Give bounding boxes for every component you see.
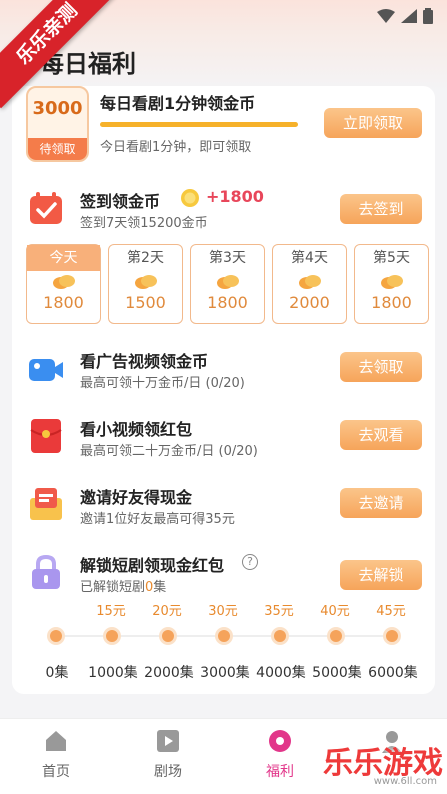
signin-day-card[interactable]: 第4天 2000 (272, 244, 347, 324)
reward-label: 40元 (320, 604, 350, 619)
progress-dot (162, 630, 174, 642)
tab-label: 首页 (42, 764, 70, 780)
daily-watch-section: 3000 待领取 每日看剧1分钟领金币 今日看剧1分钟，即可领取 立即领取 (12, 86, 435, 166)
tab-label: 福利 (266, 764, 294, 780)
progress-dot (50, 630, 62, 642)
progress-dot (218, 630, 230, 642)
task-desc: 最高可领十万金币/日 (0/20) (80, 376, 245, 391)
invite-button[interactable]: 去邀请 (340, 488, 422, 518)
day-value: 1800 (43, 293, 84, 312)
reward-label: 20元 (152, 604, 182, 619)
day-label: 第5天 (373, 250, 410, 266)
calendar-check-icon (30, 192, 62, 224)
daily-watch-desc: 今日看剧1分钟，即可领取 (100, 140, 252, 155)
task-desc: 最高可领二十万金币/日 (0/20) (80, 444, 258, 459)
unlock-title: 解锁短剧领现金红包 (80, 556, 225, 575)
video-camera-icon (29, 359, 63, 381)
red-envelope-icon (30, 419, 62, 453)
home-icon (46, 731, 66, 751)
unlock-desc: 已解锁短剧0集 (80, 576, 166, 595)
reward-label: 15元 (96, 604, 126, 619)
play-icon (157, 730, 179, 752)
welfare-card: 3000 待领取 每日看剧1分钟领金币 今日看剧1分钟，即可领取 立即领取 签到… (12, 86, 435, 694)
signin-day-card[interactable]: 今天 1800 (26, 244, 101, 324)
reward-label: 30元 (208, 604, 238, 619)
day-value: 2000 (289, 293, 330, 312)
coin-reward-box: 3000 待领取 (26, 86, 89, 162)
signin-title: 签到领金币 (80, 192, 161, 211)
desc-suffix: 集 (153, 580, 167, 595)
coin-status: 待领取 (28, 138, 87, 160)
day-value: 1800 (207, 293, 248, 312)
coin-amount: 3000 (32, 98, 83, 119)
watermark-url: www.6ll.com (373, 776, 437, 787)
claim-now-button[interactable]: 立即领取 (324, 108, 422, 138)
desc-prefix: 已解锁短剧 (80, 580, 146, 595)
signin-day-card[interactable]: 第5天 1800 (354, 244, 429, 324)
day-label: 今天 (27, 245, 100, 271)
signal-icon (401, 9, 417, 23)
task-title: 看广告视频领金币 (80, 352, 209, 371)
coins-icon (191, 273, 264, 293)
lock-icon (32, 554, 60, 589)
progress-dot (330, 630, 342, 642)
task-title: 看小视频领红包 (80, 420, 193, 439)
signin-desc: 签到7天领15200金币 (80, 216, 208, 231)
coins-icon (273, 273, 346, 293)
wifi-icon (377, 9, 395, 23)
help-icon[interactable]: ? (242, 554, 258, 570)
day-label: 第2天 (127, 250, 164, 266)
tab-home[interactable]: 首页 (16, 729, 96, 781)
signin-day-card[interactable]: 第3天 1800 (190, 244, 265, 324)
claim-ad-button[interactable]: 去领取 (340, 352, 422, 382)
unlock-section: 解锁短剧领现金红包 ? 已解锁短剧0集 去解锁 (12, 548, 435, 598)
day-value: 1800 (371, 293, 412, 312)
reward-label: 45元 (376, 604, 406, 619)
task-title: 邀请好友得现金 (80, 488, 193, 507)
episode-label: 6000集 (368, 665, 418, 681)
welfare-icon (269, 730, 291, 752)
progress-dot (386, 630, 398, 642)
gold-coin-icon (181, 189, 199, 207)
signin-button[interactable]: 去签到 (340, 194, 422, 224)
watch-progress-bar (100, 122, 298, 127)
task-short-video: 看小视频领红包 最高可领二十万金币/日 (0/20) 去观看 (12, 412, 435, 462)
task-desc: 邀请1位好友最高可得35元 (80, 512, 235, 527)
task-invite: 邀请好友得现金 邀请1位好友最高可得35元 去邀请 (12, 480, 435, 530)
signin-days-strip: 今天 1800 第2天 1500 第3天 1800 第4天 2000 第5天 1… (24, 244, 435, 326)
unlock-button[interactable]: 去解锁 (340, 560, 422, 590)
tab-welfare[interactable]: 福利 (240, 729, 320, 781)
coins-icon (355, 273, 428, 293)
day-label: 第4天 (291, 250, 328, 266)
tab-label: 剧场 (154, 764, 182, 780)
day-label: 第3天 (209, 250, 246, 266)
watch-video-button[interactable]: 去观看 (340, 420, 422, 450)
progress-dot (274, 630, 286, 642)
daily-watch-title: 每日看剧1分钟领金币 (100, 94, 256, 113)
coins-icon (27, 273, 100, 293)
signin-day-card[interactable]: 第2天 1500 (108, 244, 183, 324)
system-icons (377, 8, 433, 24)
signin-bonus: +1800 (206, 187, 264, 206)
progress-dot (106, 630, 118, 642)
day-value: 1500 (125, 293, 166, 312)
reward-label: 35元 (264, 604, 294, 619)
battery-icon (423, 8, 433, 24)
invite-envelope-icon (30, 488, 62, 520)
task-ad-video: 看广告视频领金币 最高可领十万金币/日 (0/20) 去领取 (12, 344, 435, 394)
tab-theater[interactable]: 剧场 (128, 729, 208, 781)
coins-icon (109, 273, 182, 293)
